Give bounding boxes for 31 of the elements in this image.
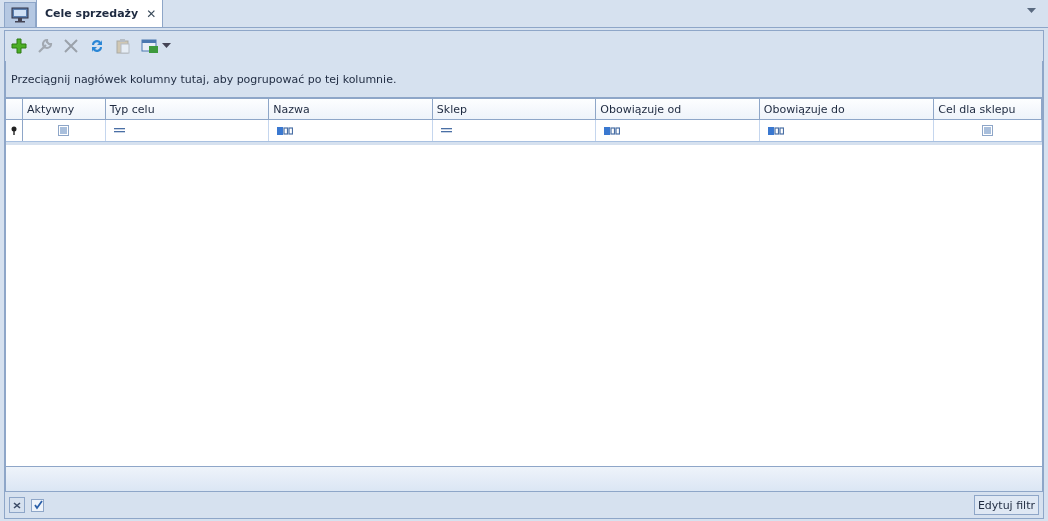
equals-icon[interactable]	[440, 128, 452, 133]
column-header[interactable]: Cel dla sklepu	[934, 99, 1042, 119]
export-dropdown-button[interactable]	[141, 38, 171, 54]
text-filter-icon[interactable]	[604, 126, 621, 135]
close-icon	[13, 501, 21, 509]
refresh-icon[interactable]	[89, 38, 105, 54]
text-filter-icon[interactable]	[767, 126, 784, 135]
column-header[interactable]: Aktywny	[23, 99, 106, 119]
column-header[interactable]: Nazwa	[269, 99, 433, 119]
text-filter-icon[interactable]	[277, 126, 294, 135]
filter-checkbox[interactable]	[982, 125, 994, 136]
filter-checkbox[interactable]	[58, 125, 70, 136]
tab-title: Cele sprzedaży	[45, 7, 139, 20]
filter-enabled-checkbox[interactable]	[31, 498, 44, 512]
caret-icon	[162, 43, 171, 49]
pin-icon	[11, 126, 17, 135]
column-header[interactable]: Sklep	[432, 99, 597, 119]
close-icon[interactable]: ✕	[146, 6, 157, 21]
equals-icon[interactable]	[113, 128, 125, 133]
monitor-icon	[11, 7, 29, 23]
dropdown-caret-icon[interactable]	[1027, 8, 1036, 14]
document-tab[interactable]: Cele sprzedaży ✕	[36, 0, 164, 27]
column-header[interactable]: Obowiązuje do	[759, 99, 935, 119]
table-export-icon	[141, 38, 159, 54]
clear-filter-button[interactable]	[9, 497, 25, 513]
edit-filter-button[interactable]: Edytuj filtr	[973, 495, 1039, 515]
add-icon[interactable]	[11, 38, 27, 54]
group-hint: Przeciągnij nagłówek kolumny tutaj, aby pogrupować po tej kolumnie.	[11, 72, 397, 86]
monitor-tab[interactable]	[4, 2, 36, 27]
column-header[interactable]: Typ celu	[105, 99, 270, 119]
column-header[interactable]: Obowiązuje od	[596, 99, 760, 119]
